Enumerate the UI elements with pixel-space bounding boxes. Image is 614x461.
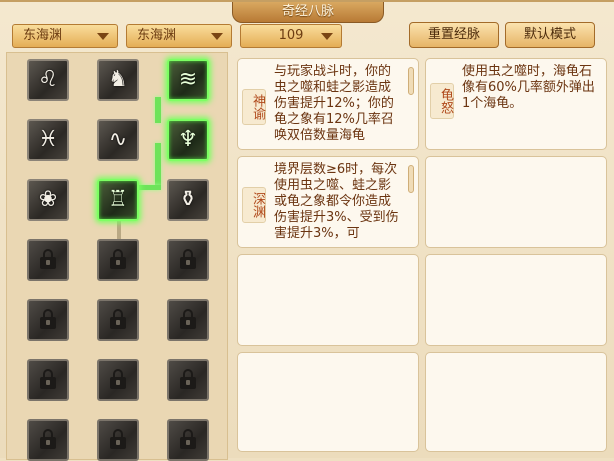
locked-skill-slot[interactable] bbox=[167, 299, 209, 341]
lion-head-icon: ♌ bbox=[38, 67, 58, 92]
lock-icon bbox=[39, 309, 57, 331]
lock-icon bbox=[179, 249, 197, 271]
window-title: 奇经八脉 bbox=[232, 2, 384, 23]
lock-icon bbox=[39, 429, 57, 451]
lock-icon bbox=[109, 249, 127, 271]
level-dropdown[interactable]: 109 bbox=[240, 24, 342, 48]
skill-slot-wave-swirl[interactable]: ∿ bbox=[97, 119, 139, 161]
lock-icon bbox=[179, 369, 197, 391]
empty-meridian-card[interactable] bbox=[425, 156, 607, 248]
card-scrollbar[interactable] bbox=[408, 165, 414, 193]
empty-meridian-card[interactable] bbox=[237, 254, 419, 346]
meridian-card[interactable]: 神谕 与玩家战斗时，你的虫之噬和蛙之影造成伤害提升12%；你的龟之象有12%几率… bbox=[237, 58, 419, 150]
lock-icon bbox=[39, 369, 57, 391]
meridian-card[interactable]: 深渊 境界层数≥6时，每次使用虫之噬、蛙之影或龟之象都令你造成伤害提升3%、受到… bbox=[237, 156, 419, 248]
lotus-icon: ❀ bbox=[38, 187, 58, 212]
chevron-down-icon bbox=[211, 33, 223, 40]
region-dropdown-2[interactable]: 东海渊 bbox=[126, 24, 232, 48]
region-dropdown-1-value: 东海渊 bbox=[23, 28, 63, 43]
skill-slot-dragon-wing[interactable]: ♆ bbox=[167, 119, 209, 161]
lock-icon bbox=[179, 429, 197, 451]
wave-swirl-icon: ∿ bbox=[108, 127, 128, 152]
locked-skill-slot[interactable] bbox=[27, 419, 69, 461]
locked-skill-slot[interactable] bbox=[167, 359, 209, 401]
skill-slot-koi-fish[interactable]: ♓ bbox=[27, 119, 69, 161]
skill-slot-lotus[interactable]: ❀ bbox=[27, 179, 69, 221]
meridian-card-description: 与玩家战斗时，你的虫之噬和蛙之影造成伤害提升12%；你的龟之象有12%几率召唤双… bbox=[274, 64, 394, 143]
dragon-wing-icon: ♆ bbox=[178, 127, 198, 152]
skill-slot-lion-head[interactable]: ♌ bbox=[27, 59, 69, 101]
locked-skill-slot[interactable] bbox=[27, 359, 69, 401]
locked-skill-slot[interactable] bbox=[97, 239, 139, 281]
meridian-card-title: 深渊 bbox=[242, 187, 266, 223]
empty-meridian-card[interactable] bbox=[425, 352, 607, 452]
jade-crest-icon: ♖ bbox=[108, 187, 128, 212]
lock-icon bbox=[109, 369, 127, 391]
skill-slot-flowing-waves[interactable]: ≋ bbox=[167, 59, 209, 101]
lock-icon bbox=[179, 309, 197, 331]
locked-skill-slot[interactable] bbox=[97, 359, 139, 401]
meridian-card-description: 境界层数≥6时，每次使用虫之噬、蛙之影或龟之象都令你造成伤害提升3%、受到伤害提… bbox=[274, 162, 399, 241]
meridian-card-description: 使用虫之噬时，海龟石像有60%几率额外弹出1个海龟。 bbox=[462, 64, 595, 111]
level-dropdown-value: 109 bbox=[278, 28, 304, 43]
lock-icon bbox=[39, 249, 57, 271]
koi-fish-icon: ♓ bbox=[38, 127, 58, 152]
empty-meridian-card[interactable] bbox=[237, 352, 419, 452]
bowl-vessel-icon: ⚱ bbox=[178, 187, 198, 212]
locked-skill-slot[interactable] bbox=[167, 239, 209, 281]
empty-meridian-card[interactable] bbox=[425, 254, 607, 346]
locked-skill-slot[interactable] bbox=[97, 419, 139, 461]
locked-skill-slot[interactable] bbox=[27, 299, 69, 341]
skill-slot-bowl-vessel[interactable]: ⚱ bbox=[167, 179, 209, 221]
skill-link bbox=[155, 143, 161, 185]
reset-meridians-button[interactable]: 重置经脉 bbox=[409, 22, 499, 48]
skill-link bbox=[155, 97, 161, 123]
region-dropdown-2-value: 东海渊 bbox=[137, 28, 177, 43]
locked-skill-slot[interactable] bbox=[97, 299, 139, 341]
default-mode-button[interactable]: 默认模式 bbox=[505, 22, 595, 48]
flowing-waves-icon: ≋ bbox=[178, 67, 198, 92]
meridian-card[interactable]: 龟怒 使用虫之噬时，海龟石像有60%几率额外弹出1个海龟。 bbox=[425, 58, 607, 150]
meridian-card-title: 神谕 bbox=[242, 89, 266, 125]
locked-skill-slot[interactable] bbox=[27, 239, 69, 281]
meridian-card-title: 龟怒 bbox=[430, 83, 454, 119]
warrior-figure-icon: ♞ bbox=[108, 67, 128, 92]
skill-slot-warrior-figure[interactable]: ♞ bbox=[97, 59, 139, 101]
lock-icon bbox=[109, 309, 127, 331]
lock-icon bbox=[109, 429, 127, 451]
chevron-down-icon bbox=[321, 33, 333, 40]
card-scrollbar[interactable] bbox=[408, 67, 414, 95]
chevron-down-icon bbox=[97, 33, 109, 40]
locked-skill-slot[interactable] bbox=[167, 419, 209, 461]
meridian-window: 奇经八脉 东海渊 东海渊 109 重置经脉 默认模式 ♌ ♞ ≋ ♓ ∿ ♆ ❀… bbox=[0, 0, 614, 461]
skill-slot-jade-crest[interactable]: ♖ bbox=[97, 179, 139, 221]
region-dropdown-1[interactable]: 东海渊 bbox=[12, 24, 118, 48]
skill-tree-panel: ♌ ♞ ≋ ♓ ∿ ♆ ❀ ♖ ⚱ bbox=[6, 52, 228, 461]
